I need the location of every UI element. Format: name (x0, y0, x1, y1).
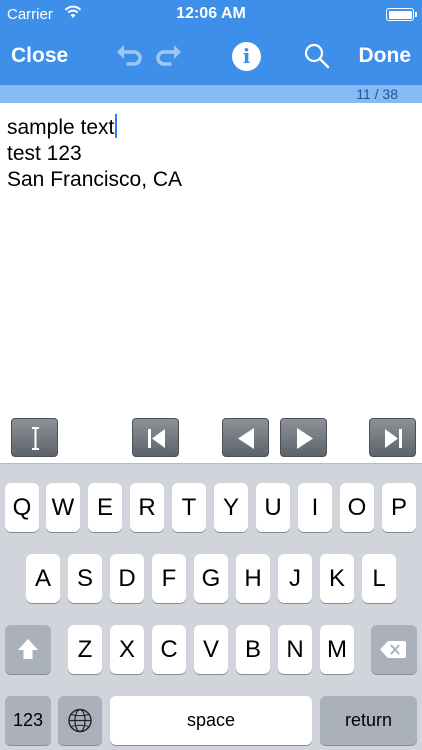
editing-toolbar (0, 413, 422, 463)
undo-icon[interactable] (114, 43, 142, 69)
key-q[interactable]: Q (5, 483, 39, 532)
info-icon: i (242, 44, 251, 68)
key-k[interactable]: K (320, 554, 354, 603)
editor-line-text: sample text (7, 116, 115, 139)
key-g[interactable]: G (194, 554, 228, 603)
key-t[interactable]: T (172, 483, 206, 532)
editor-line: sample text (7, 114, 415, 141)
next-button[interactable] (280, 418, 327, 457)
shift-key[interactable] (5, 625, 51, 674)
position-counter: 11 / 38 (356, 86, 398, 102)
key-e[interactable]: E (88, 483, 122, 532)
status-bar: Carrier 12:06 AM (0, 0, 422, 30)
return-key[interactable]: return (320, 696, 417, 745)
key-v[interactable]: V (194, 625, 228, 674)
globe-icon (68, 708, 92, 733)
key-n[interactable]: N (278, 625, 312, 674)
key-b[interactable]: B (236, 625, 270, 674)
nav-bar: Close i Done (0, 30, 422, 85)
next-icon (297, 428, 313, 449)
key-r[interactable]: R (130, 483, 164, 532)
backspace-icon (380, 641, 406, 658)
previous-button[interactable] (222, 418, 269, 457)
text-cursor (115, 114, 118, 138)
skip-to-end-button[interactable] (369, 418, 416, 457)
key-j[interactable]: J (278, 554, 312, 603)
battery-icon (386, 8, 417, 21)
text-cursor-icon (32, 427, 39, 450)
key-o[interactable]: O (340, 483, 374, 532)
skip-to-start-button[interactable] (132, 418, 179, 457)
globe-key[interactable] (58, 696, 102, 745)
key-w[interactable]: W (46, 483, 80, 532)
key-p[interactable]: P (382, 483, 416, 532)
text-cursor-button[interactable] (11, 418, 58, 457)
key-h[interactable]: H (236, 554, 270, 603)
delete-key[interactable] (371, 625, 417, 674)
previous-icon (238, 428, 254, 449)
key-y[interactable]: Y (214, 483, 248, 532)
battery-nub (414, 12, 417, 17)
space-key[interactable]: space (110, 696, 312, 745)
position-bar: 11 / 38 (0, 85, 422, 103)
key-u[interactable]: U (256, 483, 290, 532)
key-m[interactable]: M (320, 625, 354, 674)
editor-line: test 123 (7, 142, 82, 165)
done-button[interactable]: Done (359, 44, 412, 68)
key-a[interactable]: A (26, 554, 60, 603)
key-l[interactable]: L (362, 554, 396, 603)
key-i[interactable]: I (298, 483, 332, 532)
key-s[interactable]: S (68, 554, 102, 603)
status-time: 12:06 AM (176, 5, 246, 22)
battery-fill (388, 10, 412, 19)
redo-icon[interactable] (156, 43, 184, 69)
editor-line: San Francisco, CA (7, 168, 183, 191)
skip-to-start-icon (148, 429, 165, 448)
close-button[interactable]: Close (11, 44, 68, 68)
key-x[interactable]: X (110, 625, 144, 674)
numbers-key[interactable]: 123 (5, 696, 51, 745)
key-c[interactable]: C (152, 625, 186, 674)
keyboard: Q W E R T Y U I O P A S D F G H J K L Z … (0, 463, 422, 750)
info-button[interactable]: i (232, 42, 261, 71)
key-d[interactable]: D (110, 554, 144, 603)
key-z[interactable]: Z (68, 625, 102, 674)
key-f[interactable]: F (152, 554, 186, 603)
search-icon[interactable] (303, 42, 331, 70)
shift-icon (18, 639, 38, 659)
header: Carrier 12:06 AM Close i Done (0, 0, 422, 85)
skip-to-end-icon (385, 429, 402, 448)
text-editor[interactable]: sample text test 123 San Francisco, CA (7, 114, 415, 193)
